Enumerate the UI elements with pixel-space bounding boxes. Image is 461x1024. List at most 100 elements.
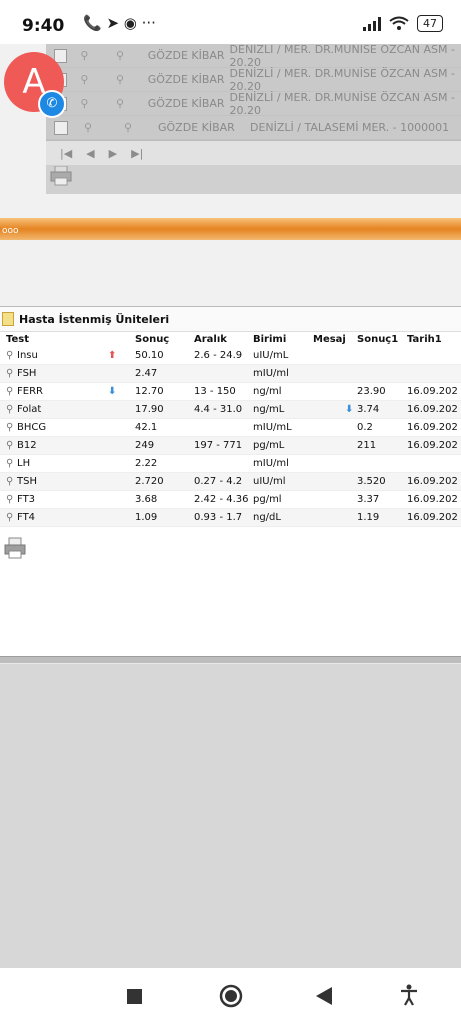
flag-cell: ⬇ (108, 382, 135, 401)
test-cell[interactable]: ⚲ TSH (0, 472, 108, 491)
test-cell[interactable]: ⚲ B12 (0, 436, 108, 455)
col-flag-spacer (108, 332, 135, 347)
accessibility-icon[interactable] (399, 984, 419, 1006)
test-cell[interactable]: ⚲ FSH (0, 364, 108, 383)
col-birimi: Birimi (253, 334, 287, 345)
flag2-cell (345, 364, 357, 383)
row-name: GÖZDE KİBAR (147, 49, 225, 62)
sonuc-cell: 17.90 (135, 400, 194, 419)
test-cell[interactable]: ⚲ FERR (0, 382, 108, 401)
birimi-cell: pg/mL (253, 436, 313, 455)
printer-icon[interactable] (50, 166, 72, 186)
next-page-icon[interactable]: ▶ (109, 147, 117, 160)
flag-cell (108, 454, 135, 473)
sonuc1-cell: 211 (357, 436, 407, 455)
table-row[interactable]: ⚲ FSH 2.47 mIU/ml (0, 364, 461, 383)
row-name: GÖZDE KİBAR (158, 121, 235, 134)
aralik-cell: 0.93 - 1.7 (194, 508, 253, 527)
sonuc1-cell: 1.19 (357, 508, 407, 527)
test-cell[interactable]: ⚲ Folat (0, 400, 108, 419)
table-row[interactable]: ⚲ FT3 3.68 2.42 - 4.36 pg/ml 3.37 16.09.202 (0, 490, 461, 509)
table-row[interactable]: ⚲ BHCG 42.1 mIU/mL 0.2 16.09.202 (0, 418, 461, 437)
search-icon[interactable]: ⚲ (67, 49, 103, 62)
status-right: 47 (363, 15, 443, 32)
search-icon[interactable]: ⚲ (6, 440, 17, 451)
test-cell[interactable]: ⚲ FT3 (0, 490, 108, 509)
grid-row[interactable]: ⚲ ⚲ GÖZDE KİBAR DENİZLİ / MER. DR.MUNİSE… (46, 67, 461, 93)
floating-call-avatar[interactable]: A ✆ (4, 52, 66, 118)
sonuc-cell: 2.22 (135, 454, 194, 473)
search-icon[interactable]: ⚲ (67, 97, 103, 110)
table-row[interactable]: ⚲ Folat 17.90 4.4 - 31.0 ng/mL ⬇ 3.74 16.09.202 (0, 400, 461, 419)
search-icon[interactable]: ⚲ (6, 494, 17, 505)
first-page-icon[interactable]: |◀ (60, 147, 72, 160)
search-icon[interactable]: ⚲ (6, 350, 17, 361)
test-name: Insu (17, 350, 38, 361)
search-icon[interactable]: ⚲ (6, 404, 17, 415)
signal-icon (363, 16, 381, 31)
test-name: FT3 (17, 494, 36, 505)
search-icon[interactable]: ⚲ (68, 121, 108, 134)
test-name: TSH (17, 476, 37, 487)
col-tarih1: Tarih1 (407, 334, 442, 345)
search-icon[interactable]: ⚲ (6, 476, 17, 487)
table-row[interactable]: ⚲ Insu ⬆ 50.10 2.6 - 24.9 uIU/mL (0, 347, 461, 365)
aralik-cell (194, 364, 253, 383)
birimi-cell: pg/ml (253, 490, 313, 509)
birimi-cell: ng/ml (253, 382, 313, 401)
search-icon[interactable]: ⚲ (102, 49, 138, 62)
table-row[interactable]: ⚲ LH 2.22 mIU/ml (0, 454, 461, 473)
grid-row[interactable]: ⚲ ⚲ GÖZDE KİBAR DENİZLİ / TALASEMİ MER. … (46, 116, 461, 140)
grid-row[interactable]: ⚲ ⚲ GÖZDE KİBAR DENİZLİ / MER. DR.MUNİSE… (46, 91, 461, 117)
row-name: GÖZDE KİBAR (147, 97, 225, 110)
col-test: Test (6, 334, 30, 345)
test-cell[interactable]: ⚲ Insu (0, 347, 108, 365)
aralik-cell (194, 454, 253, 473)
search-icon[interactable]: ⚲ (6, 458, 17, 469)
sonuc1-cell: 3.520 (357, 472, 407, 491)
search-icon[interactable]: ⚲ (108, 121, 148, 134)
flag-cell (108, 472, 135, 491)
home-button-icon[interactable] (219, 984, 243, 1008)
test-cell[interactable]: ⚲ BHCG (0, 418, 108, 437)
sonuc1-cell (357, 454, 407, 473)
sonuc1-cell (357, 347, 407, 365)
search-icon[interactable]: ⚲ (67, 73, 103, 86)
table-row[interactable]: ⚲ TSH 2.720 0.27 - 4.2 uIU/ml 3.520 16.09.202 (0, 472, 461, 491)
search-icon[interactable]: ⚲ (6, 386, 17, 397)
document-icon (2, 312, 14, 326)
test-name: LH (17, 458, 31, 469)
test-cell[interactable]: ⚲ LH (0, 454, 108, 473)
sonuc1-cell: 3.74 (357, 400, 407, 419)
aralik-cell: 197 - 771 (194, 436, 253, 455)
birimi-cell: mIU/ml (253, 364, 313, 383)
search-icon[interactable]: ⚲ (6, 512, 17, 523)
aralik-cell: 13 - 150 (194, 382, 253, 401)
background-grid: ⚲ ⚲ GÖZDE KİBAR DENİZLİ / MER. DR.MUNİSE… (46, 43, 461, 194)
flag2-cell (345, 454, 357, 473)
table-row[interactable]: ⚲ FERR ⬇ 12.70 13 - 150 ng/ml 23.90 16.09.202 (0, 382, 461, 401)
tarih1-cell: 16.09.202 (407, 436, 461, 455)
recents-button-icon[interactable] (127, 989, 142, 1004)
test-cell[interactable]: ⚲ FT4 (0, 508, 108, 527)
search-icon[interactable]: ⚲ (102, 97, 138, 110)
back-button-icon[interactable] (316, 987, 332, 1005)
table-row[interactable]: ⚲ FT4 1.09 0.93 - 1.7 ng/dL 1.19 16.09.202 (0, 508, 461, 527)
arrow-down-icon: ⬇ (345, 404, 354, 415)
row-checkbox[interactable] (54, 120, 68, 135)
grid-row[interactable]: ⚲ ⚲ GÖZDE KİBAR DENİZLİ / MER. DR.MUNİSE… (46, 43, 461, 69)
sonuc-cell: 249 (135, 436, 194, 455)
test-name: FT4 (17, 512, 36, 523)
sonuc1-cell: 0.2 (357, 418, 407, 437)
last-page-icon[interactable]: ▶| (131, 147, 143, 160)
search-icon[interactable]: ⚲ (6, 368, 17, 379)
search-icon[interactable]: ⚲ (6, 422, 17, 433)
flag-cell (108, 418, 135, 437)
printer-icon[interactable] (4, 537, 26, 559)
prev-page-icon[interactable]: ◀ (86, 147, 94, 160)
mesaj-cell (313, 472, 345, 491)
flag2-cell (345, 347, 357, 365)
search-icon[interactable]: ⚲ (102, 73, 138, 86)
test-name: B12 (17, 440, 37, 451)
table-row[interactable]: ⚲ B12 249 197 - 771 pg/mL 211 16.09.202 (0, 436, 461, 455)
